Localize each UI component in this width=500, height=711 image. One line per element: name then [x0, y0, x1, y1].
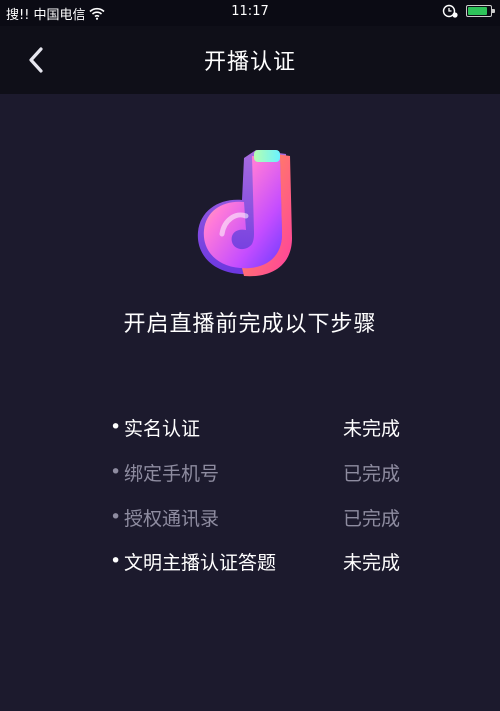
status-icons [442, 4, 495, 18]
step-status: 未完成 [342, 551, 400, 574]
step-bind-phone[interactable]: • 绑定手机号 已完成 [110, 457, 400, 487]
step-status: 已完成 [342, 462, 400, 485]
bullet: • [110, 416, 122, 438]
app-logo-icon [197, 150, 292, 277]
bullet: • [110, 506, 122, 528]
battery-icon [466, 5, 495, 17]
bullet: • [110, 461, 122, 483]
step-status: 未完成 [342, 417, 400, 440]
navigation-bar: 开播认证 [0, 26, 500, 94]
instructions-heading: 开启直播前完成以下步骤 [123, 312, 377, 337]
step-name: 文明主播认证答题 [124, 551, 277, 574]
step-real-name-verification[interactable]: • 实名认证 未完成 [110, 412, 400, 442]
step-name: 绑定手机号 [124, 462, 220, 485]
page-title: 开播认证 [203, 50, 296, 75]
bullet: • [110, 550, 122, 572]
step-civilized-streamer-quiz[interactable]: • 文明主播认证答题 未完成 [110, 546, 400, 576]
battery-level [468, 7, 487, 15]
status-bar: 搜!! 中国电信 11:17 [0, 0, 500, 26]
step-authorize-contacts[interactable]: • 授权通讯录 已完成 [110, 502, 400, 532]
step-status: 已完成 [342, 507, 400, 530]
step-name: 实名认证 [124, 417, 201, 440]
step-name: 授权通讯录 [124, 507, 220, 530]
alarm-icon [442, 4, 458, 18]
status-time: 11:17 [231, 4, 269, 19]
